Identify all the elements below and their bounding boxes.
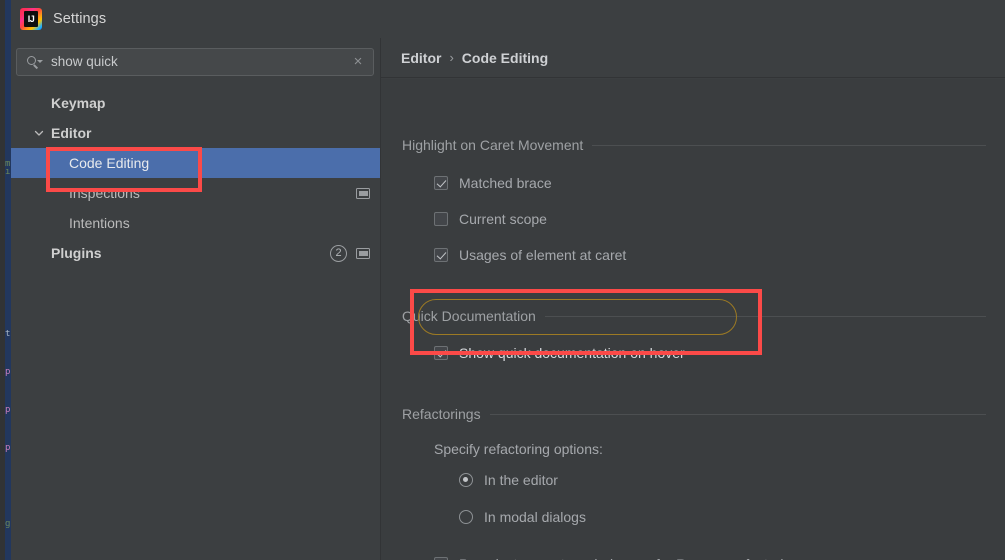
background-ide-sliver: m i t p p p g — [0, 0, 11, 560]
intellij-idea-logo-icon: IJ — [20, 8, 42, 30]
ide-code-fragment: i — [5, 168, 10, 177]
search-input[interactable]: show quick × — [16, 48, 374, 76]
section-quick-documentation: Quick Documentation — [402, 308, 986, 324]
sidebar-item-label: Code Editing — [69, 155, 150, 171]
sidebar-item-label: Keymap — [51, 95, 106, 111]
checkbox-box-icon[interactable] — [434, 176, 448, 190]
sidebar-item-keymap[interactable]: Keymap — [11, 88, 380, 118]
checkbox-box-icon[interactable] — [434, 248, 448, 262]
breadcrumb-leaf: Code Editing — [461, 49, 549, 66]
search-input-value[interactable]: show quick — [51, 55, 343, 69]
checkbox-box-icon[interactable] — [434, 346, 448, 360]
sidebar-item-label: Intentions — [69, 215, 130, 231]
ide-code-fragment: p — [5, 368, 10, 377]
settings-tree: Keymap Editor Code Editing Inspections I… — [11, 88, 380, 268]
sidebar-item-indicators — [356, 187, 370, 199]
radio-button-icon[interactable] — [459, 473, 473, 487]
checkbox-label: Matched brace — [459, 175, 552, 191]
sidebar-item-label: Inspections — [69, 185, 140, 201]
checkbox-label: Preselect current symbol name for Rename… — [459, 556, 799, 560]
dialog-body: show quick × Keymap Editor Code Editing — [11, 38, 1005, 560]
sidebar-item-inspections[interactable]: Inspections — [11, 178, 380, 208]
checkbox-label: Show quick documentation on hover — [459, 345, 685, 361]
section-separator — [592, 144, 986, 146]
logo-label: IJ — [24, 11, 38, 27]
sidebar-item-indicators: 2 — [330, 244, 370, 262]
checkbox-show-quick-documentation-on-hover[interactable]: Show quick documentation on hover — [434, 345, 685, 361]
settings-detail-panel: Editor › Code Editing Highlight on Caret… — [381, 38, 1005, 560]
window-title: Settings — [53, 11, 107, 27]
ide-code-fragment: g — [5, 520, 10, 529]
section-title: Refactorings — [402, 406, 481, 422]
search-icon[interactable] — [17, 55, 51, 69]
ide-code-fragment: t — [5, 330, 10, 339]
settings-sidebar: show quick × Keymap Editor Code Editing — [11, 38, 380, 560]
sidebar-item-code-editing[interactable]: Code Editing — [11, 148, 380, 178]
section-highlight-on-caret-movement: Highlight on Caret Movement — [402, 137, 986, 153]
sidebar-item-intentions[interactable]: Intentions — [11, 208, 380, 238]
checkbox-box-icon[interactable] — [434, 212, 448, 226]
section-separator — [544, 315, 986, 317]
radio-button-icon[interactable] — [459, 510, 473, 524]
sidebar-item-plugins[interactable]: Plugins 2 — [11, 238, 380, 268]
panel-window-icon[interactable] — [356, 247, 370, 259]
plugins-update-badge: 2 — [330, 244, 347, 262]
checkbox-label: Current scope — [459, 211, 547, 227]
sidebar-item-editor[interactable]: Editor — [11, 118, 380, 148]
checkbox-label: Usages of element at caret — [459, 247, 627, 263]
breadcrumb-root[interactable]: Editor — [401, 50, 441, 66]
ide-code-fragment: p — [5, 406, 10, 415]
clear-search-icon[interactable]: × — [343, 54, 373, 69]
radio-in-the-editor[interactable]: In the editor — [459, 472, 558, 488]
settings-content: Highlight on Caret Movement Matched brac… — [381, 79, 1005, 560]
checkbox-matched-brace[interactable]: Matched brace — [434, 175, 552, 191]
checkbox-current-scope[interactable]: Current scope — [434, 211, 547, 227]
refactoring-options-label: Specify refactoring options: — [434, 441, 603, 457]
title-bar: IJ Settings — [11, 0, 1005, 38]
section-title: Quick Documentation — [402, 308, 536, 324]
radio-in-modal-dialogs[interactable]: In modal dialogs — [459, 509, 586, 525]
breadcrumb-separator-icon: › — [449, 50, 454, 65]
panel-window-icon[interactable] — [356, 187, 370, 199]
sidebar-item-label: Editor — [51, 125, 92, 141]
ide-code-fragment: p — [5, 444, 10, 453]
section-refactorings: Refactorings — [402, 406, 986, 422]
breadcrumb: Editor › Code Editing — [381, 38, 1005, 78]
checkbox-usages-of-element-at-caret[interactable]: Usages of element at caret — [434, 247, 626, 263]
section-separator — [489, 413, 986, 415]
chevron-down-icon[interactable] — [33, 127, 45, 139]
settings-dialog: m i t p p p g IJ Settings show quick × K… — [0, 0, 1005, 560]
radio-label: In the editor — [484, 472, 558, 488]
sidebar-item-label: Plugins — [51, 245, 102, 261]
radio-label: In modal dialogs — [484, 509, 586, 525]
section-title: Highlight on Caret Movement — [402, 137, 584, 153]
checkbox-preselect-current-symbol-name[interactable]: Preselect current symbol name for Rename… — [434, 556, 799, 560]
